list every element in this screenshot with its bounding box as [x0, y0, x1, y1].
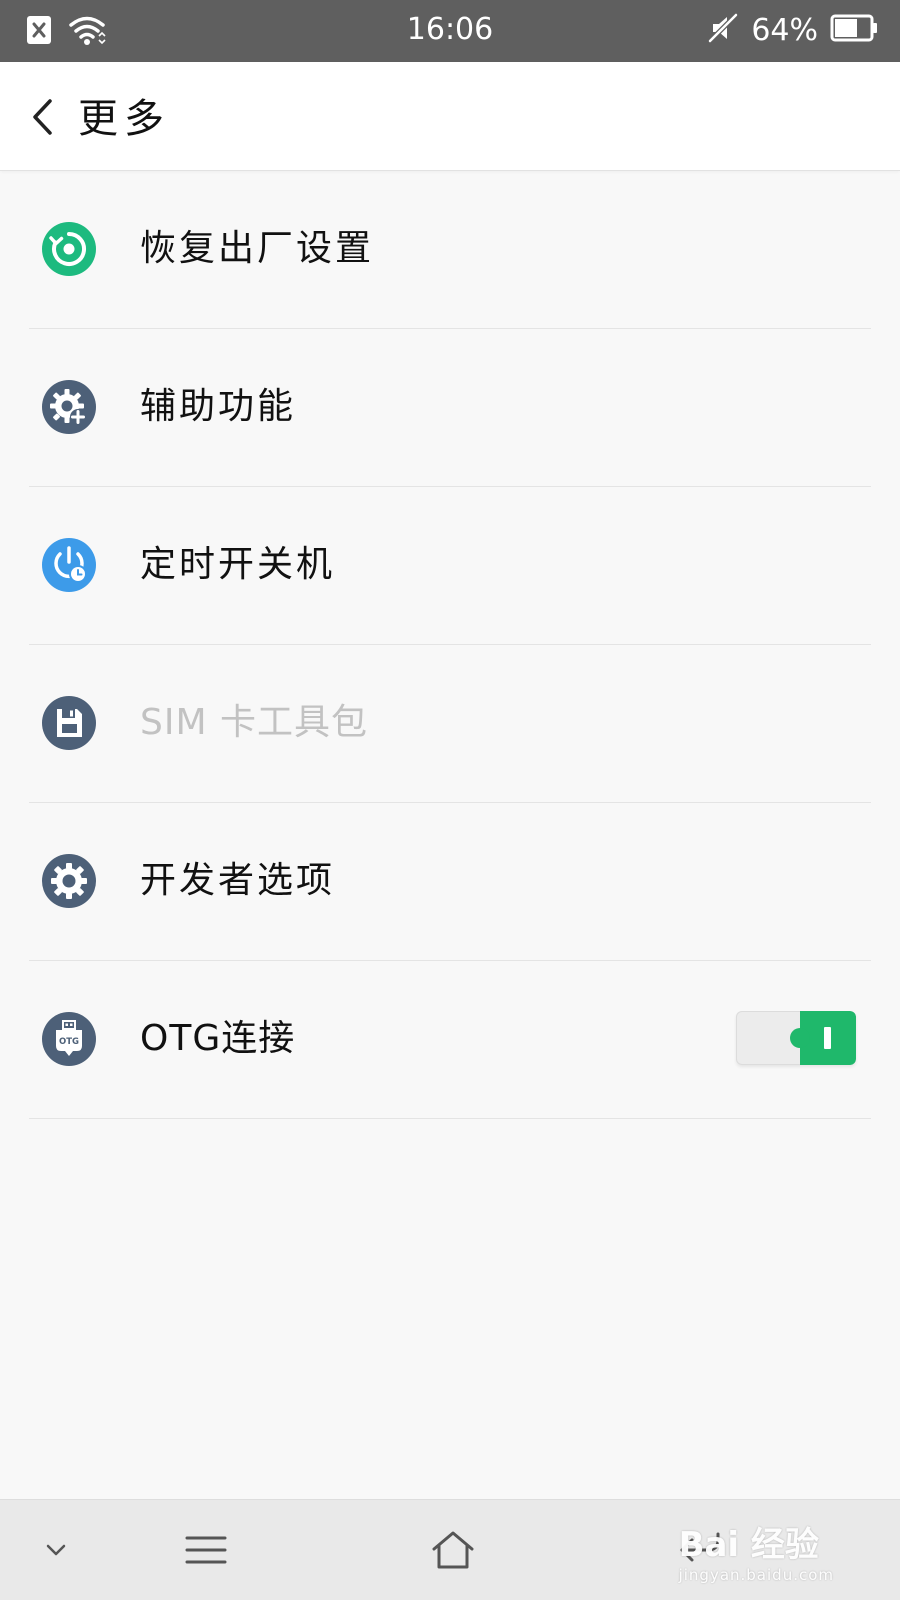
scheduled-power-icon — [42, 538, 96, 592]
menu-icon — [185, 1536, 227, 1564]
toggle-on-bar — [824, 1027, 831, 1049]
home-icon — [432, 1531, 474, 1569]
baidu-jingyan-watermark: Bai 经验 jingyan.baidu.com — [679, 1517, 834, 1584]
toggle-on-indicator — [790, 1011, 856, 1065]
status-bar: 16:06 64% — [0, 0, 900, 62]
otg-toggle-switch[interactable] — [736, 1011, 856, 1065]
settings-list: 恢复出厂设置 辅助功能 定时开关机 SIM 卡工具包 开发者选项 OTG OTG… — [0, 171, 900, 1119]
navigation-bar: Bai 经验 jingyan.baidu.com — [0, 1499, 900, 1600]
mute-icon — [707, 12, 739, 48]
sim-toolkit-icon — [42, 696, 96, 750]
list-item-accessibility[interactable]: 辅助功能 — [0, 329, 900, 487]
list-item-label: 开发者选项 — [140, 860, 336, 901]
status-bar-right: 64% — [707, 12, 878, 48]
collapse-nav-button[interactable] — [28, 1524, 84, 1576]
collapse-chevron-icon — [46, 1544, 66, 1556]
list-item-label: OTG连接 — [140, 1018, 296, 1059]
back-button[interactable] — [22, 92, 62, 142]
list-item-factory-reset[interactable]: 恢复出厂设置 — [0, 171, 900, 329]
list-item-developer-options[interactable]: 开发者选项 — [0, 803, 900, 961]
svg-text:OTG: OTG — [59, 1037, 79, 1047]
list-item-sim-toolkit: SIM 卡工具包 — [0, 645, 900, 803]
menu-button[interactable] — [178, 1524, 234, 1576]
page-title: 更多 — [78, 96, 170, 142]
watermark-url: jingyan.baidu.com — [678, 1566, 834, 1584]
divider — [29, 1118, 871, 1119]
list-item-label: 恢复出厂设置 — [140, 228, 375, 269]
developer-gear-icon — [42, 854, 96, 908]
list-item-otg[interactable]: OTG OTG连接 — [0, 961, 900, 1119]
list-item-scheduled-power[interactable]: 定时开关机 — [0, 487, 900, 645]
battery-icon — [830, 13, 878, 47]
otg-icon: OTG — [42, 1012, 96, 1066]
settings-more-screen: 16:06 64% 更多 恢复出厂设置 辅助功能 定时开关机 SIM 卡工具包 … — [0, 0, 900, 1600]
list-item-label: 辅助功能 — [140, 386, 297, 427]
watermark-logo: Bai 经验 — [678, 1525, 819, 1565]
home-button[interactable] — [425, 1524, 481, 1576]
list-item-label: SIM 卡工具包 — [140, 702, 368, 743]
battery-percent: 64% — [751, 12, 818, 48]
app-header: 更多 — [0, 62, 900, 171]
chevron-left-icon — [33, 99, 52, 135]
list-item-label: 定时开关机 — [140, 544, 336, 585]
accessibility-gear-icon — [42, 380, 96, 434]
factory-reset-icon — [42, 222, 96, 276]
